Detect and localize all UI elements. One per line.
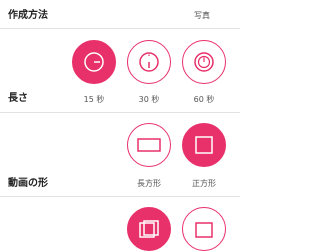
bottom-option-2-button[interactable]: [182, 207, 226, 251]
timer-15-icon: [84, 52, 104, 72]
shape-square-label: 正方形: [192, 179, 216, 188]
divider: [0, 196, 240, 197]
creation-method-title: 作成方法: [8, 10, 48, 21]
divider: [0, 112, 240, 113]
length-30-button[interactable]: [127, 40, 171, 84]
length-60-label: 60 秒: [193, 95, 215, 104]
length-60-button[interactable]: [182, 40, 226, 84]
length-30-label: 30 秒: [138, 95, 160, 104]
divider: [0, 28, 240, 29]
timer-60-icon: [194, 52, 214, 72]
bottom-option-1-button[interactable]: [127, 207, 171, 251]
square-icon: [195, 136, 213, 154]
shape-rectangle-label: 長方形: [137, 179, 161, 188]
length-15-label: 15 秒: [83, 95, 105, 104]
length-title: 長さ: [8, 93, 28, 104]
single-frame-icon: [195, 222, 213, 238]
stacked-frames-icon: [139, 220, 159, 238]
timer-30-icon: [139, 52, 159, 72]
shape-rectangle-button[interactable]: [127, 123, 171, 167]
shape-square-button[interactable]: [182, 123, 226, 167]
landscape-rect-icon: [137, 138, 161, 152]
photo-option-label[interactable]: 写真: [175, 11, 229, 21]
video-shape-title: 動画の形: [8, 178, 48, 189]
length-15-button[interactable]: [72, 40, 116, 84]
